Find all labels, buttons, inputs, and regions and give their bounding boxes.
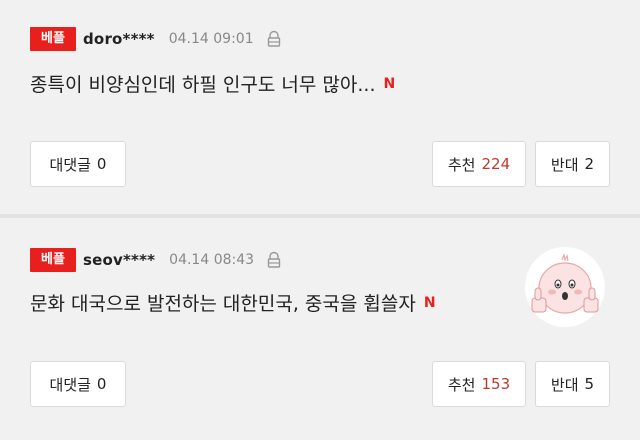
comment-meta: 베플 seov**** 04.14 08:43 (30, 248, 282, 272)
reply-button[interactable]: 대댓글 0 (30, 361, 126, 407)
reply-label: 대댓글 (49, 155, 91, 174)
comment-body: 문화 대국으로 발전하는 대한민국, 중국을 휩쓸자 (30, 293, 416, 315)
best-badge: 베플 (30, 27, 76, 51)
reply-label: 대댓글 (49, 375, 91, 394)
recommend-count: 224 (481, 155, 511, 173)
comment-username[interactable]: seov**** (83, 251, 155, 269)
oppose-label: 반대 (550, 375, 579, 394)
recommend-label: 추천 (447, 375, 476, 394)
comment-text: 종특이 비양심인데 하필 인구도 너무 많아... N (30, 70, 395, 97)
naver-n-icon: N (383, 75, 396, 92)
oppose-button[interactable]: 반대 2 (535, 141, 610, 187)
comment-body: 종특이 비양심인데 하필 인구도 너무 많아... (30, 74, 376, 96)
comment-time: 04.14 08:43 (169, 252, 255, 268)
recommend-label: 추천 (447, 155, 476, 174)
reply-count: 0 (96, 375, 107, 393)
reply-button[interactable]: 대댓글 0 (30, 141, 126, 187)
comment-text: 문화 대국으로 발전하는 대한민국, 중국을 휩쓸자 N (30, 289, 436, 316)
lock-icon[interactable] (266, 30, 282, 48)
oppose-count: 2 (584, 155, 595, 173)
recommend-count: 153 (481, 375, 511, 393)
comment-username[interactable]: doro**** (83, 30, 155, 48)
lock-icon[interactable] (266, 251, 282, 269)
oppose-count: 5 (584, 375, 595, 393)
comment-meta: 베플 doro**** 04.14 09:01 (30, 27, 282, 51)
reply-count: 0 (96, 155, 107, 173)
oppose-label: 반대 (550, 155, 579, 174)
recommend-button[interactable]: 추천 153 (432, 361, 526, 407)
best-badge: 베플 (30, 248, 76, 272)
comment-item: 베플 doro**** 04.14 09:01 종특이 비양심인데 하필 인구도… (0, 0, 640, 215)
recommend-button[interactable]: 추천 224 (432, 141, 526, 187)
comment-time: 04.14 09:01 (168, 31, 254, 47)
naver-n-icon: N (423, 294, 436, 311)
oppose-button[interactable]: 반대 5 (535, 361, 610, 407)
thumbs-up-sticker-icon (525, 247, 605, 327)
